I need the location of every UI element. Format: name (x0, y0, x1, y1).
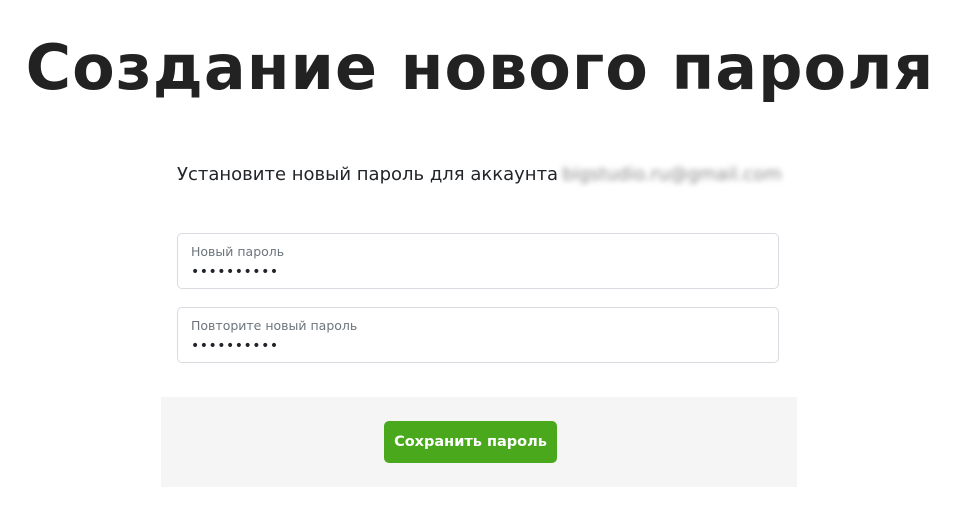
repeat-password-input[interactable] (191, 336, 761, 356)
new-password-input[interactable] (191, 262, 761, 282)
page-title: Создание нового пароля (25, 31, 935, 104)
new-password-label: Новый пароль (191, 244, 285, 259)
form-subtitle: Установите новый пароль для аккаунта bigs… (177, 163, 782, 187)
form-footer: Сохранить пароль (161, 397, 797, 487)
subtitle-text: Установите новый пароль для аккаунта (177, 164, 559, 185)
save-password-button[interactable]: Сохранить пароль (384, 421, 557, 463)
repeat-password-field[interactable]: Повторите новый пароль (177, 307, 779, 363)
new-password-field[interactable]: Новый пароль (177, 233, 779, 289)
account-email: bigstudio.ru@gmail.com (562, 164, 782, 185)
repeat-password-label: Повторите новый пароль (191, 318, 358, 333)
